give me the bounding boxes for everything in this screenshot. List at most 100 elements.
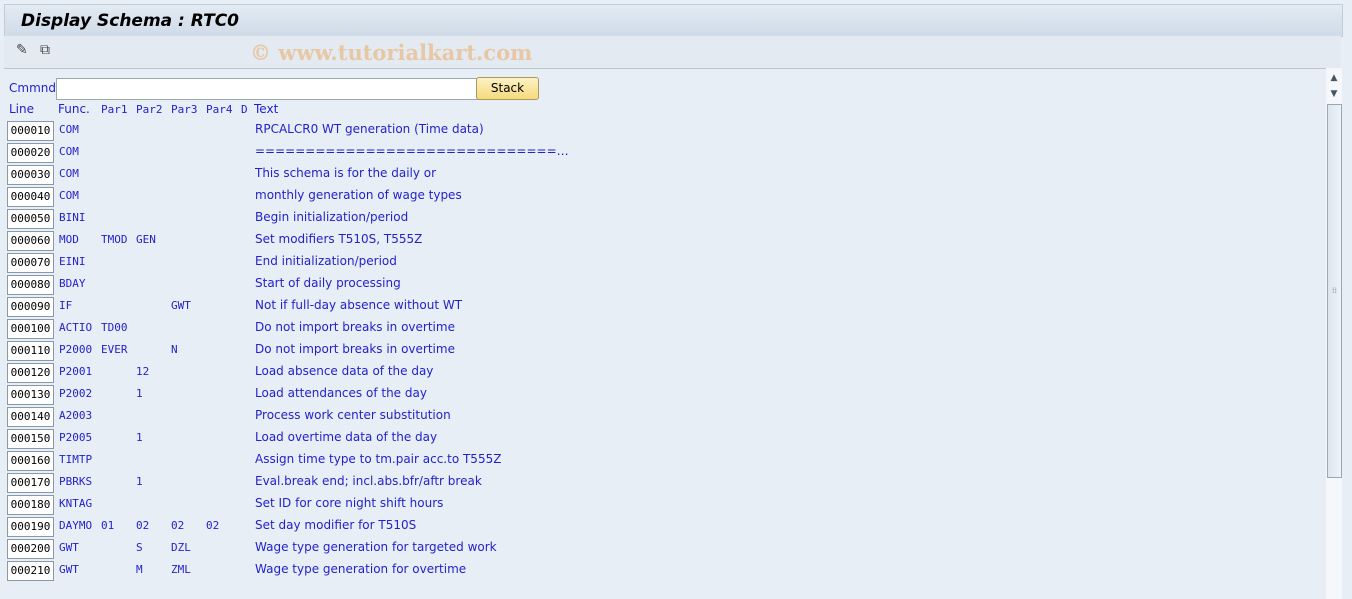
line-number-field[interactable]: 000040 xyxy=(7,187,54,207)
text-cell: Set modifiers T510S, T555Z xyxy=(255,232,423,246)
par3-cell: 02 xyxy=(171,519,185,532)
par2-cell: S xyxy=(136,541,143,554)
par2-cell: 1 xyxy=(136,475,143,488)
table-row: 000110 P2000 EVER N Do not import breaks… xyxy=(0,341,1320,363)
par3-cell: DZL xyxy=(171,541,191,554)
line-number-field[interactable]: 000140 xyxy=(7,407,54,427)
func-cell: IF xyxy=(59,299,73,312)
func-cell: P2005 xyxy=(59,431,93,444)
table-row: 000010 COM RPCALCR0 WT generation (Time … xyxy=(0,121,1320,143)
line-number-field[interactable]: 000200 xyxy=(7,539,54,559)
table-row: 000080 BDAY Start of daily processing xyxy=(0,275,1320,297)
line-number-field[interactable]: 000010 xyxy=(7,121,54,141)
func-cell: GWT xyxy=(59,541,79,554)
func-cell: A2003 xyxy=(59,409,93,422)
line-number-field[interactable]: 000100 xyxy=(7,319,54,339)
table-row: 000030 COM This schema is for the daily … xyxy=(0,165,1320,187)
func-cell: COM xyxy=(59,123,79,136)
par2-cell: 1 xyxy=(136,431,143,444)
vertical-scrollbar[interactable]: ▲ ▼ ⁞⁞ xyxy=(1326,68,1342,599)
header-par2: Par2 xyxy=(136,103,163,116)
line-number-field[interactable]: 000050 xyxy=(7,209,54,229)
text-cell: monthly generation of wage types xyxy=(255,188,462,202)
line-number-field[interactable]: 000190 xyxy=(7,517,54,537)
text-cell: Eval.break end; incl.abs.bfr/aftr break xyxy=(255,474,482,488)
table-row: 000210 GWT M ZML Wage type generation fo… xyxy=(0,561,1320,583)
line-number-field[interactable]: 000150 xyxy=(7,429,54,449)
line-number-field[interactable]: 000080 xyxy=(7,275,54,295)
func-cell: DAYMO xyxy=(59,519,93,532)
text-cell: Begin initialization/period xyxy=(255,210,409,224)
line-number-field[interactable]: 000170 xyxy=(7,473,54,493)
table-row: 000060 MOD TMOD GEN Set modifiers T510S,… xyxy=(0,231,1320,253)
func-cell: COM xyxy=(59,189,79,202)
edit-icon[interactable]: ✎ xyxy=(16,42,28,58)
scroll-up-icon[interactable]: ▲ xyxy=(1326,70,1342,86)
scroll-thumb[interactable]: ⁞⁞ xyxy=(1327,104,1342,478)
table-row: 000120 P2001 12 Load absence data of the… xyxy=(0,363,1320,385)
func-cell: GWT xyxy=(59,563,79,576)
func-cell: MOD xyxy=(59,233,79,246)
func-cell: EINI xyxy=(59,255,86,268)
par2-cell: 02 xyxy=(136,519,150,532)
line-number-field[interactable]: 000120 xyxy=(7,363,54,383)
line-number-field[interactable]: 000060 xyxy=(7,231,54,251)
text-cell: Not if full-day absence without WT xyxy=(255,298,463,312)
command-input[interactable] xyxy=(56,78,479,100)
scroll-down-icon[interactable]: ▼ xyxy=(1326,86,1342,102)
table-row: 000020 COM =============================… xyxy=(0,143,1320,165)
par3-cell: GWT xyxy=(171,299,191,312)
stack-button[interactable]: Stack xyxy=(476,77,539,100)
line-number-field[interactable]: 000160 xyxy=(7,451,54,471)
text-cell: Load attendances of the day xyxy=(255,386,427,400)
text-cell: RPCALCR0 WT generation (Time data) xyxy=(255,122,484,136)
text-cell: Load absence data of the day xyxy=(255,364,434,378)
line-number-field[interactable]: 000180 xyxy=(7,495,54,515)
text-cell: Wage type generation for targeted work xyxy=(255,540,497,554)
table-row: 000050 BINI Begin initialization/period xyxy=(0,209,1320,231)
table-row: 000040 COM monthly generation of wage ty… xyxy=(0,187,1320,209)
line-number-field[interactable]: 000030 xyxy=(7,165,54,185)
line-number-field[interactable]: 000020 xyxy=(7,143,54,163)
par1-cell: TD00 xyxy=(101,321,128,334)
par2-cell: 12 xyxy=(136,365,150,378)
text-cell: Set day modifier for T510S xyxy=(255,518,417,532)
func-cell: P2001 xyxy=(59,365,93,378)
command-label: Cmmnd xyxy=(9,81,56,95)
text-cell: Start of daily processing xyxy=(255,276,401,290)
func-cell: TIMTP xyxy=(59,453,93,466)
func-cell: ACTIO xyxy=(59,321,93,334)
table-row: 000130 P2002 1 Load attendances of the d… xyxy=(0,385,1320,407)
text-cell: Do not import breaks in overtime xyxy=(255,342,455,356)
title-bar: Display Schema : RTC0 xyxy=(4,4,1343,37)
func-cell: COM xyxy=(59,145,79,158)
text-cell: Load overtime data of the day xyxy=(255,430,438,444)
header-text: Text xyxy=(254,102,279,116)
line-number-field[interactable]: 000210 xyxy=(7,561,54,581)
func-cell: KNTAG xyxy=(59,497,93,510)
par3-cell: ZML xyxy=(171,563,191,576)
line-number-field[interactable]: 000110 xyxy=(7,341,54,361)
watermark: © www.tutorialkart.com xyxy=(250,40,533,65)
text-cell: End initialization/period xyxy=(255,254,397,268)
header-par1: Par1 xyxy=(101,103,128,116)
header-d: D xyxy=(241,103,248,116)
line-number-field[interactable]: 000130 xyxy=(7,385,54,405)
par2-cell: GEN xyxy=(136,233,156,246)
par3-cell: N xyxy=(171,343,178,356)
table-row: 000190 DAYMO 01 02 02 02 Set day modifie… xyxy=(0,517,1320,539)
text-cell: This schema is for the daily or xyxy=(255,166,437,180)
table-row: 000070 EINI End initialization/period xyxy=(0,253,1320,275)
line-number-field[interactable]: 000070 xyxy=(7,253,54,273)
func-cell: P2000 xyxy=(59,343,93,356)
par2-cell: M xyxy=(136,563,143,576)
par4-cell: 02 xyxy=(206,519,220,532)
hierarchy-icon[interactable]: ⧉ xyxy=(40,42,50,58)
func-cell: P2002 xyxy=(59,387,93,400)
func-cell: BDAY xyxy=(59,277,86,290)
toolbar: ✎ ⧉ © www.tutorialkart.com xyxy=(4,36,1341,69)
table-row: 000180 KNTAG Set ID for core night shift… xyxy=(0,495,1320,517)
table-row: 000160 TIMTP Assign time type to tm.pair… xyxy=(0,451,1320,473)
line-number-field[interactable]: 000090 xyxy=(7,297,54,317)
text-cell: ==============================… xyxy=(255,144,569,158)
